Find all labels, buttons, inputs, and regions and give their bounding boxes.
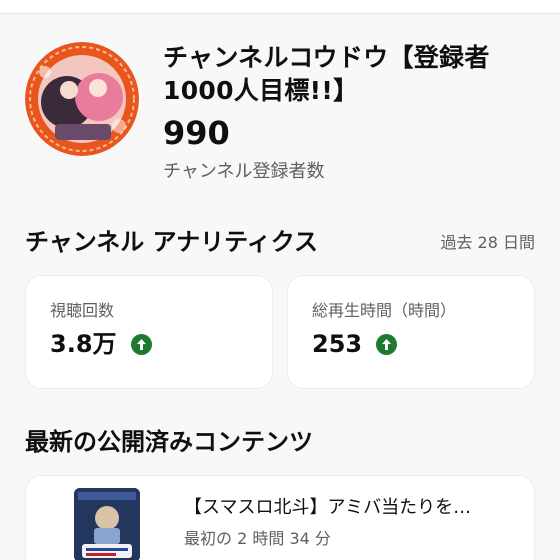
trend-up-icon <box>376 333 398 355</box>
watch-time-label: 総再生時間（時間） <box>312 301 457 320</box>
latest-video-card[interactable]: 【スマスロ北斗】アミバ当たりを… 最初の 2 時間 34 分 <box>25 475 535 560</box>
trend-up-icon <box>130 333 152 355</box>
watch-time-card[interactable]: 総再生時間（時間） 253 <box>287 275 535 389</box>
analytics-title: チャンネル アナリティクス <box>25 228 318 256</box>
video-title: 【スマスロ北斗】アミバ当たりを… <box>184 497 472 518</box>
latest-content-title: 最新の公開済みコンテンツ <box>25 428 313 456</box>
views-label: 視聴回数 <box>50 301 115 320</box>
channel-avatar[interactable] <box>25 42 139 156</box>
video-meta: 最初の 2 時間 34 分 <box>184 529 331 548</box>
subscriber-count: 990 <box>163 114 230 152</box>
top-bar <box>0 0 560 14</box>
subscriber-label: チャンネル登録者数 <box>163 161 325 182</box>
analytics-period: 過去 28 日間 <box>440 233 535 252</box>
video-thumbnail[interactable] <box>74 488 140 560</box>
views-value: 3.8万 <box>50 330 117 358</box>
channel-name: チャンネルコウドウ【登録者1000人目標!!】 <box>163 43 490 105</box>
views-card[interactable]: 視聴回数 3.8万 <box>25 275 273 389</box>
watch-time-value: 253 <box>312 330 363 358</box>
